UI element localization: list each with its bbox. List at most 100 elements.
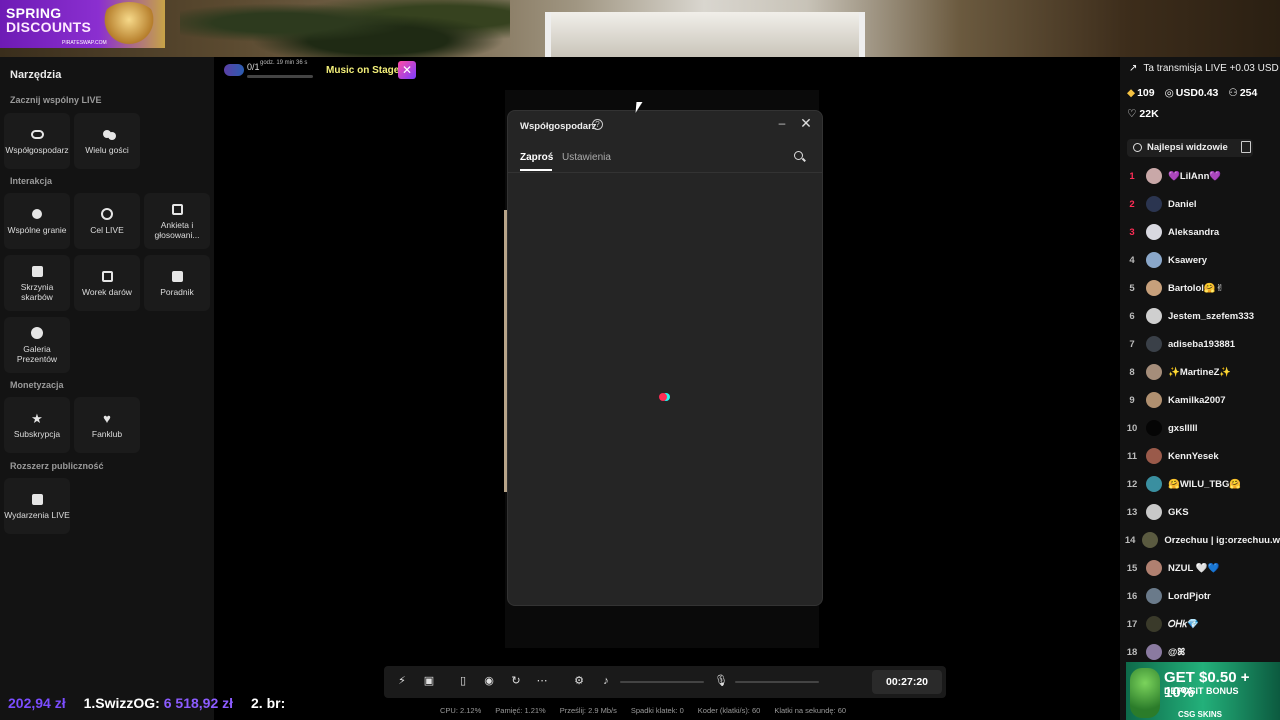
viewer-row[interactable]: 3 Aleksandra xyxy=(1122,222,1280,242)
tool-live-events-label: Wydarzenia LIVE xyxy=(4,510,70,520)
tool-guide[interactable]: Poradnik xyxy=(144,255,210,311)
viewer-name: 𝑂𝐻𝑘💎 xyxy=(1168,618,1200,630)
phone-icon[interactable]: ▯ xyxy=(456,674,470,688)
mic-slider[interactable] xyxy=(735,681,819,683)
viewer-row[interactable]: 9 Kamilka2007 xyxy=(1122,390,1280,410)
viewer-row[interactable]: 11 KennYesek xyxy=(1122,446,1280,466)
spring-discounts-ad[interactable]: SPRING DISCOUNTS PIRATESWAP.COM xyxy=(0,0,165,48)
viewer-name: 💜LilAnn💜 xyxy=(1168,170,1222,182)
avatar xyxy=(1146,252,1162,268)
cohost-dialog: Współgospodarz ? – ✕ Zaproś Ustawienia xyxy=(507,110,823,606)
viewer-row[interactable]: 10 gxslllll xyxy=(1122,418,1280,438)
avatar xyxy=(1146,364,1162,380)
avatar xyxy=(1146,448,1162,464)
viewer-rank: 3 xyxy=(1129,226,1135,238)
avatar xyxy=(1146,336,1162,352)
viewer-rank: 16 xyxy=(1126,590,1138,602)
tool-subscription-label: Subskrypcja xyxy=(13,429,61,439)
viewer-name: Ksawery xyxy=(1168,254,1208,266)
tool-poll[interactable]: Ankieta i głosowani... xyxy=(144,193,210,249)
tool-gift-bag[interactable]: Worek darów xyxy=(74,255,140,311)
viewer-name: LordPjotr xyxy=(1168,590,1211,602)
tool-treasure-chest[interactable]: Skrzynia skarbów xyxy=(4,255,70,311)
viewer-row[interactable]: 1 💜LilAnn💜 xyxy=(1122,166,1280,186)
status-bitrate: Prześlij: 2.9 Mb/s xyxy=(559,706,617,715)
person-icon xyxy=(1133,143,1142,152)
viewer-rank: 12 xyxy=(1126,478,1138,490)
tool-live-events[interactable]: Wydarzenia LIVE xyxy=(4,478,70,534)
tool-cohost[interactable]: Współgospodarz xyxy=(4,113,70,169)
live-earnings[interactable]: ↗ Ta transmisja LIVE +0.03 USD xyxy=(1129,63,1279,74)
viewer-row[interactable]: 16 LordPjotr xyxy=(1122,586,1280,606)
tool-coop-play-label: Wspólne granie xyxy=(7,225,67,235)
tool-fanclub[interactable]: ♥ Fanklub xyxy=(74,397,140,453)
top-viewers-button[interactable]: Najlepsi widzowie xyxy=(1127,139,1253,157)
viewer-rank: 4 xyxy=(1129,254,1135,266)
likes-stat: ♡ 22K xyxy=(1127,108,1159,120)
diamond-icon: ◆ xyxy=(1127,87,1136,99)
scene-icon[interactable]: ▣ xyxy=(422,674,436,688)
mask-icon xyxy=(224,64,244,76)
tool-live-goal[interactable]: Cel LIVE xyxy=(74,193,140,249)
live-earnings-text: Ta transmisja LIVE +0.03 USD xyxy=(1143,63,1279,74)
record-icon[interactable]: ◉ xyxy=(482,674,496,688)
ad-character-image xyxy=(99,2,159,46)
avatar xyxy=(1146,168,1162,184)
tab-invite[interactable]: Zaproś xyxy=(520,152,553,163)
viewers-value: 254 xyxy=(1239,87,1258,99)
settings-sliders-icon[interactable]: ⚙ xyxy=(572,674,586,688)
viewer-row[interactable]: 2 Daniel xyxy=(1122,194,1280,214)
tool-subscription[interactable]: ★ Subskrypcja xyxy=(4,397,70,453)
viewer-row[interactable]: 5 Bartolol🤗✌ xyxy=(1122,278,1280,298)
csg-skins-ad[interactable]: GET $0.50 + 10% DEPOSIT BONUS CSG SKINS xyxy=(1126,662,1280,720)
tool-coop-play[interactable]: Wspólne granie xyxy=(4,193,70,249)
avatar xyxy=(1146,420,1162,436)
music-on-stage-label[interactable]: Music on Stage xyxy=(326,65,399,76)
live-timer: 00:27:20 xyxy=(872,670,942,694)
search-icon[interactable] xyxy=(793,150,807,164)
avatar xyxy=(1146,560,1162,576)
magic-wand-icon[interactable]: ⚡ xyxy=(395,674,409,688)
minimize-button[interactable]: – xyxy=(775,116,789,130)
tool-live-goal-label: Cel LIVE xyxy=(90,225,124,235)
tab-settings[interactable]: Ustawienia xyxy=(562,152,611,163)
viewer-rank: 14 xyxy=(1124,534,1136,546)
list-icon[interactable] xyxy=(1241,141,1251,153)
viewer-rank: 5 xyxy=(1129,282,1135,294)
viewer-row[interactable]: 15 NZUL 🤍💙 xyxy=(1122,558,1280,578)
more-icon[interactable]: ⋯ xyxy=(535,674,549,688)
music-stage-icon[interactable]: ✕ xyxy=(398,61,416,79)
viewer-name: Orzechuu | ig:orzechuu.w xyxy=(1164,534,1280,546)
viewer-name: 🤗WILU_TBG🤗 xyxy=(1168,478,1242,490)
live-stats: ◆ 109 ◎ USD0.43 ⚇ 254 xyxy=(1127,87,1257,99)
viewer-row[interactable]: 8 ✨MartineZ✨ xyxy=(1122,362,1280,382)
window-in-feed xyxy=(545,12,865,57)
viewer-row[interactable]: 7 adiseba193881 xyxy=(1122,334,1280,354)
viewer-row[interactable]: 13 GKS xyxy=(1122,502,1280,522)
tool-multi-guest[interactable]: Wielu gości xyxy=(74,113,140,169)
viewer-row[interactable]: 14 Orzechuu | ig:orzechuu.w xyxy=(1122,530,1280,550)
viewer-row[interactable]: 17 𝑂𝐻𝑘💎 xyxy=(1122,614,1280,634)
goal-time-left: godz. 19 min 36 s xyxy=(260,60,308,66)
viewer-row[interactable]: 4 Ksawery xyxy=(1122,250,1280,270)
volume-slider[interactable] xyxy=(620,681,704,683)
rotate-icon[interactable]: ↻ xyxy=(509,674,523,688)
viewer-rank: 2 xyxy=(1129,198,1135,210)
viewer-row[interactable]: 6 Jestem_szefem333 xyxy=(1122,306,1280,326)
close-button[interactable]: ✕ xyxy=(799,115,813,131)
ticker-amount: 202,94 zł xyxy=(8,695,66,711)
microphone-icon[interactable]: 🎙 xyxy=(714,674,728,688)
help-icon[interactable]: ? xyxy=(592,119,603,130)
viewer-rank: 18 xyxy=(1126,646,1138,658)
gallery-icon xyxy=(30,326,44,340)
speaker-icon[interactable]: ♪ xyxy=(599,674,613,688)
goal-progress-widget[interactable]: 0/1 godz. 19 min 36 s xyxy=(222,60,314,82)
viewer-row[interactable]: 12 🤗WILU_TBG🤗 xyxy=(1122,474,1280,494)
status-fps: Klatki na sekundę: 60 xyxy=(774,706,847,715)
tool-multi-guest-label: Wielu gości xyxy=(85,145,129,155)
ad-character-image xyxy=(1130,668,1160,718)
tool-gift-gallery[interactable]: Galeria Prezentów xyxy=(4,317,70,373)
dialog-divider xyxy=(508,172,822,173)
viewer-rank: 17 xyxy=(1126,618,1138,630)
viewer-row[interactable]: 18 @ꕤ xyxy=(1122,642,1280,662)
